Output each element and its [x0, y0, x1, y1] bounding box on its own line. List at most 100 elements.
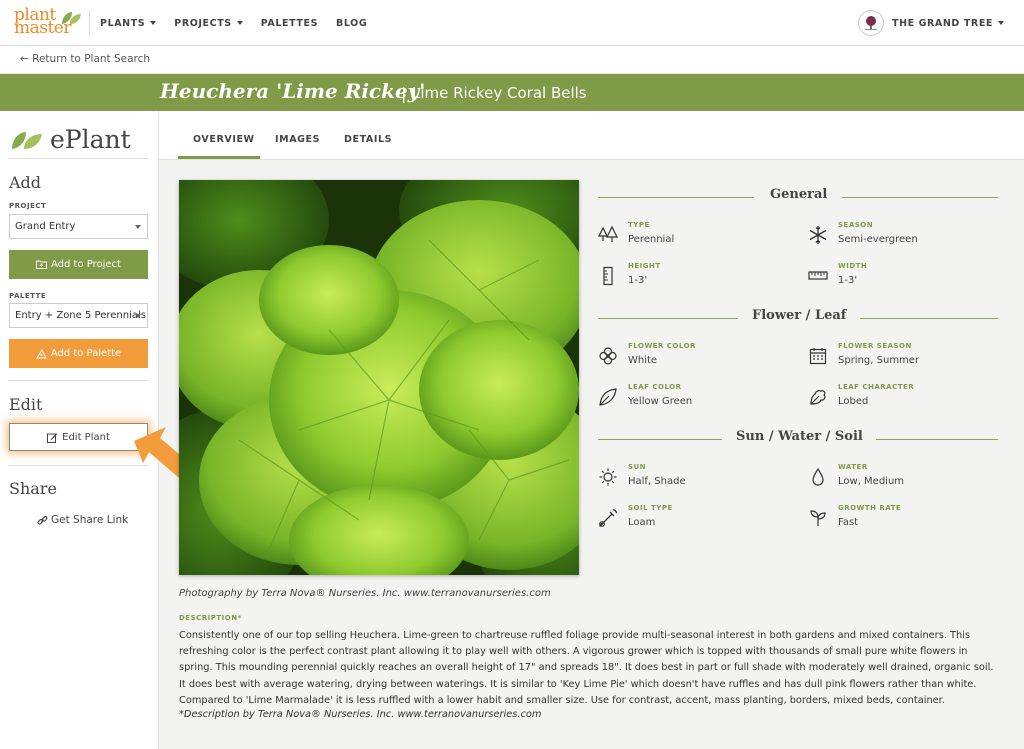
attr-label: SOIL TYPE — [628, 504, 673, 512]
attr-value: Loam — [628, 517, 656, 528]
plant-title-band: Heuchera 'Lime Rickey' | Lime Rickey Cor… — [0, 74, 1024, 111]
attr-label: SEASON — [838, 221, 874, 229]
divider — [8, 158, 148, 159]
attr-label: FLOWER SEASON — [838, 342, 912, 350]
add-to-palette-label: Add to Palette — [50, 348, 122, 359]
heuchera-foliage-image — [179, 180, 579, 575]
add-heading: Add — [9, 173, 42, 192]
chevron-down-icon — [998, 21, 1004, 25]
divider — [598, 318, 738, 319]
add-to-project-label: Add to Project — [51, 259, 121, 270]
tab-overview[interactable]: OVERVIEW — [193, 134, 255, 145]
account-name-label: THE GRAND TREE — [891, 17, 993, 29]
attr-label: FLOWER COLOR — [628, 342, 696, 350]
attr-value: Fast — [838, 517, 859, 528]
plantmaster-logo[interactable]: plant master — [14, 5, 81, 38]
attr-label: LEAF COLOR — [628, 383, 682, 391]
attr-label: SUN — [628, 463, 647, 471]
nav-palettes[interactable]: PALETTES — [261, 18, 318, 29]
lobed-leaf-icon — [810, 390, 826, 405]
project-select[interactable]: Grand Entry — [9, 214, 148, 239]
description-label: DESCRIPTION* — [179, 614, 242, 622]
tab-images[interactable]: IMAGES — [275, 134, 320, 145]
edit-icon — [47, 432, 58, 443]
share-link-label: Get Share Link — [51, 514, 129, 526]
edit-plant-label: Edit Plant — [62, 431, 110, 443]
group-heading-general: General — [598, 187, 998, 207]
share-heading: Share — [9, 479, 57, 498]
photo-caption: Photography by Terra Nova® Nurseries. In… — [179, 588, 551, 599]
plant-photo[interactable] — [179, 180, 579, 575]
trees-icon — [598, 225, 618, 242]
sun-icon — [599, 468, 617, 486]
leaf-icon — [12, 131, 42, 149]
attr-label: WIDTH — [838, 262, 868, 270]
palette-label: PALETTE — [9, 292, 47, 300]
water-drop-icon — [812, 467, 824, 486]
folder-plus-icon — [36, 260, 47, 269]
chevron-down-icon — [135, 314, 141, 318]
get-share-link[interactable]: Get Share Link — [37, 514, 128, 526]
nav-plants[interactable]: PLANTS — [100, 17, 157, 29]
group-title-general: General — [770, 187, 828, 202]
chevron-down-icon — [150, 21, 157, 25]
tree-logo-icon — [864, 16, 877, 30]
nav-divider — [89, 10, 90, 36]
divider — [598, 439, 722, 440]
attr-label: HEIGHT — [628, 262, 661, 270]
return-to-search-link[interactable]: ← Return to Plant Search — [20, 53, 150, 65]
attr-leaf-character: LEAF CHARACTER Lobed — [808, 383, 998, 417]
top-nav: plant master PLANTS PROJECTS PALETTES BL… — [0, 0, 1024, 46]
edit-heading: Edit — [9, 395, 43, 414]
snowflake-icon — [809, 226, 827, 244]
nav-projects[interactable]: PROJECTS — [174, 17, 243, 29]
nav-projects-label: PROJECTS — [174, 17, 232, 29]
add-to-palette-button[interactable]: Add to Palette — [9, 339, 148, 368]
tab-details[interactable]: DETAILS — [344, 134, 392, 145]
account-menu[interactable]: THE GRAND TREE — [857, 10, 1004, 36]
main-menu: PLANTS PROJECTS PALETTES BLOG — [100, 0, 385, 46]
attr-season: SEASON Semi-evergreen — [808, 221, 998, 255]
attr-leaf-color: LEAF COLOR Yellow Green — [598, 383, 788, 417]
attr-label: WATER — [838, 463, 868, 471]
chevron-down-icon — [135, 225, 141, 229]
attr-growth-rate: GROWTH RATE Fast — [808, 504, 998, 538]
attr-value: Yellow Green — [628, 396, 693, 407]
sprout-icon — [810, 510, 826, 526]
description-text: Consistently one of our top selling Heuc… — [179, 630, 994, 706]
add-to-project-button[interactable]: Add to Project — [9, 250, 148, 279]
description-credit: *Description by Terra Nova® Nurseries. I… — [179, 709, 542, 720]
account-name: THE GRAND TREE — [892, 18, 1004, 29]
shovel-icon — [599, 509, 617, 527]
plant-scientific-name: Heuchera 'Lime Rickey' — [160, 79, 426, 103]
attr-label: TYPE — [628, 221, 650, 229]
edit-plant-button[interactable]: Edit Plant — [9, 423, 148, 451]
attr-value: Perennial — [628, 234, 675, 245]
return-bar: ← Return to Plant Search — [0, 46, 1024, 74]
attr-label: GROWTH RATE — [838, 504, 902, 512]
group-title-flower-leaf: Flower / Leaf — [752, 308, 847, 323]
attr-flower-season: FLOWER SEASON Spring, Summer — [808, 342, 998, 376]
attr-flower-color: FLOWER COLOR White — [598, 342, 788, 376]
divider — [842, 197, 998, 198]
attr-sun: SUN Half, Shade — [598, 463, 788, 497]
project-select-value: Grand Entry — [15, 221, 76, 232]
project-label: PROJECT — [9, 202, 47, 210]
plant-common-name: Lime Rickey Coral Bells — [412, 84, 587, 102]
attr-value: Spring, Summer — [838, 355, 920, 366]
link-icon — [37, 515, 48, 524]
group-heading-flower-leaf: Flower / Leaf — [598, 308, 998, 328]
eplant-title: ePlant — [50, 125, 131, 154]
nav-blog[interactable]: BLOG — [336, 18, 367, 29]
attr-value: White — [628, 355, 658, 366]
ruler-horizontal-icon — [808, 271, 828, 280]
attr-value: 1-3' — [628, 275, 648, 286]
attr-value: Half, Shade — [628, 476, 686, 487]
attr-water: WATER Low, Medium — [808, 463, 998, 497]
nav-plants-label: PLANTS — [100, 17, 146, 29]
attr-type: TYPE Perennial — [598, 221, 788, 255]
eplant-header: ePlant — [10, 125, 131, 154]
palette-select[interactable]: Entry + Zone 5 Perennials — [9, 303, 148, 328]
attr-width: WIDTH 1-3' — [808, 262, 998, 296]
active-tab-indicator — [178, 156, 260, 159]
